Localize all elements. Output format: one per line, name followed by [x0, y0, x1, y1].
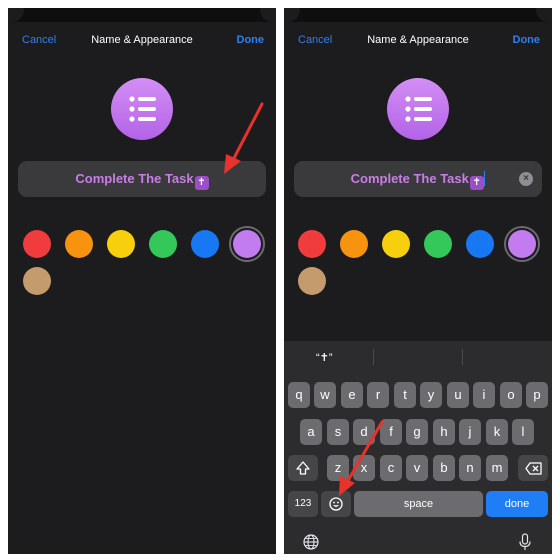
annotation-arrow-icon	[224, 102, 264, 174]
right-screen: Cancel Name & Appearance Done Complete T…	[284, 8, 552, 554]
left-screen: Cancel Name & Appearance Done Complete T…	[8, 8, 276, 554]
annotation-arrow-icon	[339, 420, 384, 496]
